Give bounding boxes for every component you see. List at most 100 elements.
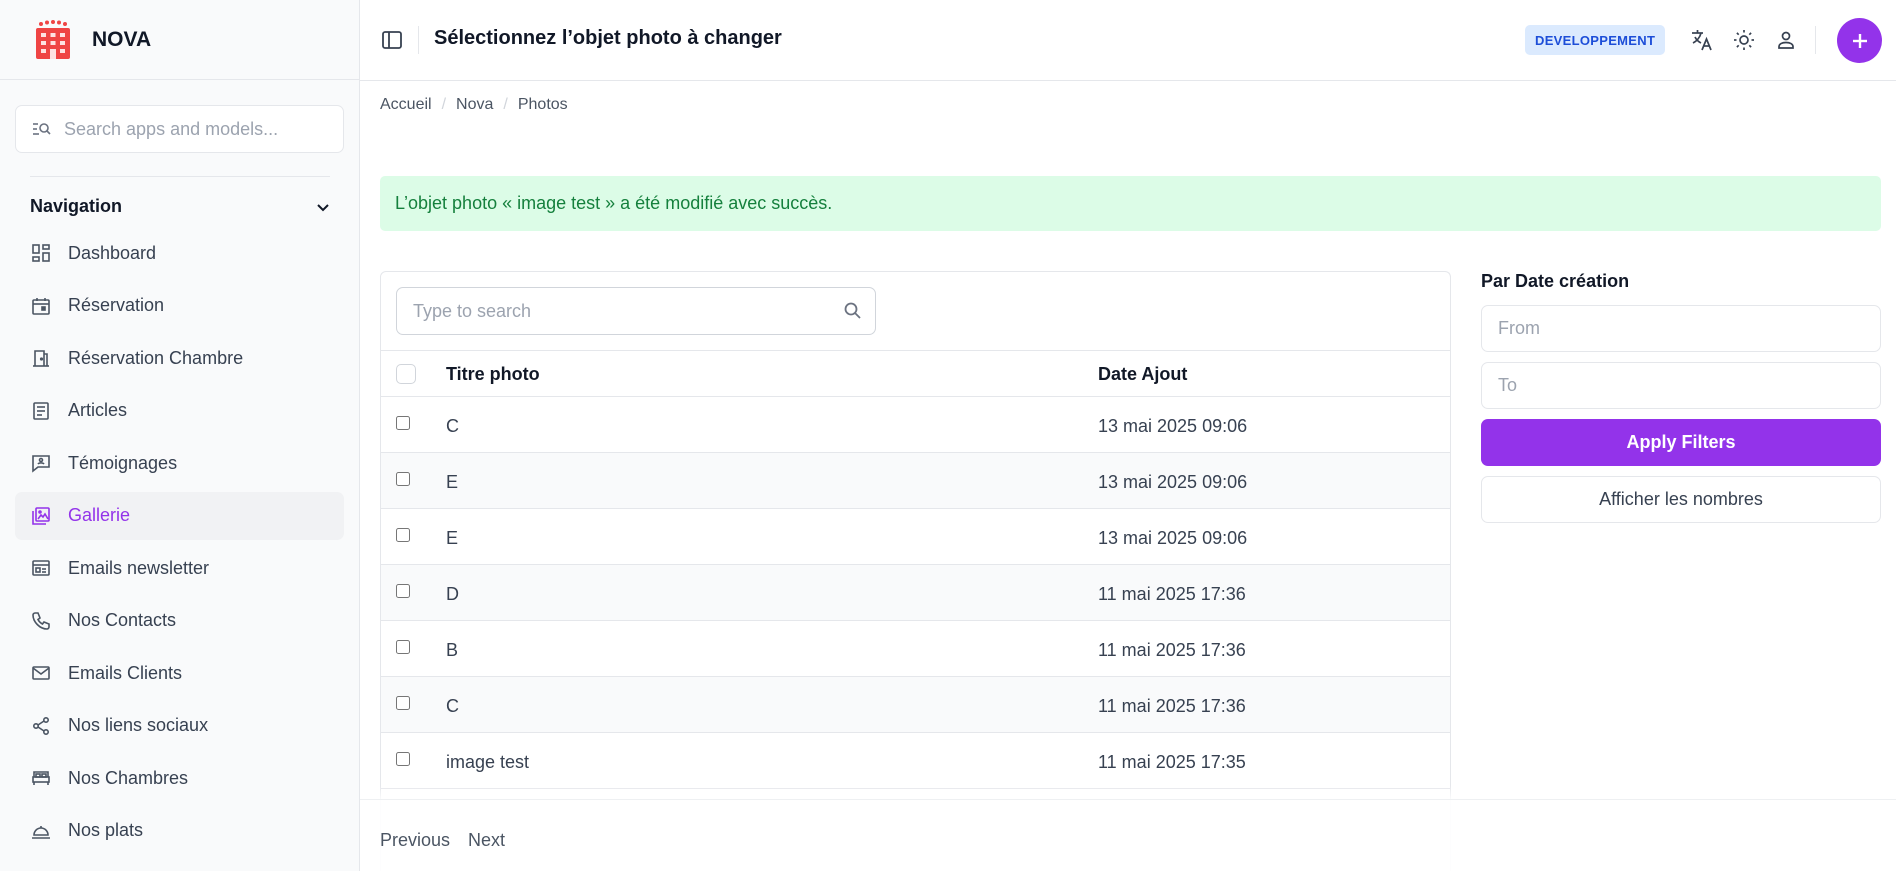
sidebar-item-nos-chambres[interactable]: Nos Chambres [15, 754, 344, 802]
table-search[interactable] [396, 287, 876, 335]
environment-badge: DEVELOPPEMENT [1525, 25, 1666, 55]
filter-title: Par Date création [1481, 271, 1630, 291]
photo-title-link[interactable]: C [446, 416, 459, 437]
table-body: C 13 mai 2025 09:06 E 13 mai 2025 09:06 … [381, 397, 1450, 789]
sidebar-item-label: Gallerie [68, 505, 131, 525]
page-title: Sélectionnez l’objet photo à changer [434, 27, 782, 49]
sidebar-item-label: Réservation Chambre [68, 347, 244, 368]
date-from-input[interactable] [1481, 305, 1881, 352]
column-header-titre[interactable]: Titre photo [446, 364, 540, 385]
table-row: D 11 mai 2025 17:36 [381, 565, 1450, 621]
sidebar-item-emails-clients[interactable]: Emails Clients [15, 649, 344, 697]
share-icon [30, 715, 52, 737]
row-checkbox[interactable] [396, 696, 410, 710]
sidebar-item-label: Nos liens sociaux [68, 715, 209, 735]
sidebar-item-reservation[interactable]: Réservation [15, 282, 344, 330]
breadcrumb-item-nova[interactable]: Nova [456, 96, 493, 114]
results-card: Titre photo Date Ajout C 13 mai 2025 09:… [380, 271, 1451, 871]
breadcrumb-item-photos: Photos [517, 96, 568, 113]
table-header: Titre photo Date Ajout [381, 350, 1450, 397]
sidebar-search[interactable] [15, 105, 344, 153]
theme-sun-icon[interactable] [1732, 28, 1756, 52]
sidebar-item-label: Nos Chambres [68, 767, 189, 788]
select-all-checkbox[interactable] [396, 364, 416, 384]
sidebar-item-label: Articles [68, 400, 128, 420]
success-message: L’objet photo « image test » a été modif… [380, 176, 1881, 231]
sidebar-item-articles[interactable]: Articles [15, 387, 344, 435]
dashboard-icon [30, 242, 52, 264]
date-cell: 13 mai 2025 09:06 [1098, 416, 1248, 436]
plus-icon [1852, 33, 1867, 48]
sidebar-item-label: Emails Clients [68, 662, 183, 683]
user-icon[interactable] [1774, 28, 1798, 52]
photo-title-link[interactable]: B [446, 640, 458, 661]
photo-title-link[interactable]: E [446, 472, 458, 493]
calendar-icon [30, 295, 52, 317]
sidebar-toggle-icon[interactable] [380, 28, 404, 52]
sidebar-item-emails-newsletter[interactable]: Emails newsletter [15, 544, 344, 592]
sidebar-item-temoignages[interactable]: Témoignages [15, 439, 344, 487]
column-header-date[interactable]: Date Ajout [1098, 364, 1187, 385]
phone-icon [30, 610, 52, 632]
sidebar-item-nos-plats[interactable]: Nos plats [15, 807, 344, 855]
date-to-input[interactable] [1481, 362, 1881, 409]
header-divider [418, 26, 419, 54]
chat-icon [30, 452, 52, 474]
sidebar-item-label: Dashboard [68, 242, 157, 263]
sidebar: NOVA Navigation Dashboard Réservation Ré… [0, 0, 360, 871]
search-icon [33, 123, 51, 135]
filter-panel: Par Date création Apply Filters Afficher… [1481, 271, 1881, 523]
brand: NOVA [0, 0, 359, 80]
show-counts-button[interactable]: Afficher les nombres [1481, 476, 1881, 523]
top-header: Sélectionnez l’objet photo à changer DEV… [360, 0, 1896, 81]
sidebar-item-label: Emails newsletter [68, 557, 210, 578]
sidebar-item-dashboard[interactable]: Dashboard [15, 229, 344, 277]
row-checkbox[interactable] [396, 640, 410, 654]
sidebar-item-nos-liens-sociaux[interactable]: Nos liens sociaux [15, 702, 344, 750]
row-checkbox[interactable] [396, 528, 410, 542]
breadcrumb-separator: / [441, 96, 447, 113]
breadcrumb-item-accueil[interactable]: Accueil [380, 96, 432, 114]
chevron-down-icon[interactable] [316, 200, 330, 214]
row-checkbox[interactable] [396, 472, 410, 486]
sidebar-item-gallerie[interactable]: Gallerie [15, 491, 344, 540]
scroll-fade [360, 786, 1896, 800]
row-checkbox[interactable] [396, 584, 410, 598]
breadcrumb-separator: / [503, 96, 508, 113]
table-row: image test 11 mai 2025 17:35 [381, 733, 1450, 789]
date-cell: 13 mai 2025 09:06 [1098, 472, 1248, 492]
sidebar-item-label: Témoignages [68, 452, 178, 473]
sidebar-item-label: Nos Contacts [68, 610, 177, 630]
photo-title-link[interactable]: E [446, 528, 458, 549]
photo-title-link[interactable]: image test [446, 752, 529, 773]
row-checkbox[interactable] [396, 416, 410, 430]
hotel-logo-icon[interactable] [32, 19, 74, 61]
apply-filters-button[interactable]: Apply Filters [1481, 419, 1881, 466]
translate-icon[interactable] [1690, 28, 1714, 52]
pagination-footer: Previous Next [360, 799, 1896, 871]
photo-title-link[interactable]: D [446, 584, 459, 605]
date-cell: 11 mai 2025 17:35 [1098, 752, 1246, 772]
sidebar-item-reservation-chambre[interactable]: Réservation Chambre [15, 334, 344, 382]
date-cell: 11 mai 2025 17:36 [1098, 584, 1246, 604]
sidebar-item-nos-contacts[interactable]: Nos Contacts [15, 597, 344, 645]
previous-page-button[interactable]: Previous [380, 830, 450, 851]
bed-icon [30, 767, 52, 789]
newsletter-icon [30, 557, 52, 579]
date-cell: 13 mai 2025 09:06 [1098, 528, 1248, 548]
add-button[interactable] [1837, 18, 1882, 63]
search-icon[interactable] [843, 301, 863, 321]
nav-section-header[interactable]: Navigation [30, 196, 330, 217]
table-search-input[interactable] [413, 300, 833, 322]
dish-icon [30, 820, 52, 842]
table-row: B 11 mai 2025 17:36 [381, 621, 1450, 677]
next-page-button[interactable]: Next [468, 830, 505, 851]
sidebar-search-input[interactable] [64, 118, 324, 140]
photo-title-link[interactable]: C [446, 696, 459, 717]
gallery-icon [30, 505, 52, 527]
nav-list: Dashboard Réservation Réservation Chambr… [15, 229, 344, 859]
row-checkbox[interactable] [396, 752, 410, 766]
divider [30, 176, 330, 177]
table-row: C 13 mai 2025 09:06 [381, 397, 1450, 453]
table-row: C 11 mai 2025 17:36 [381, 677, 1450, 733]
